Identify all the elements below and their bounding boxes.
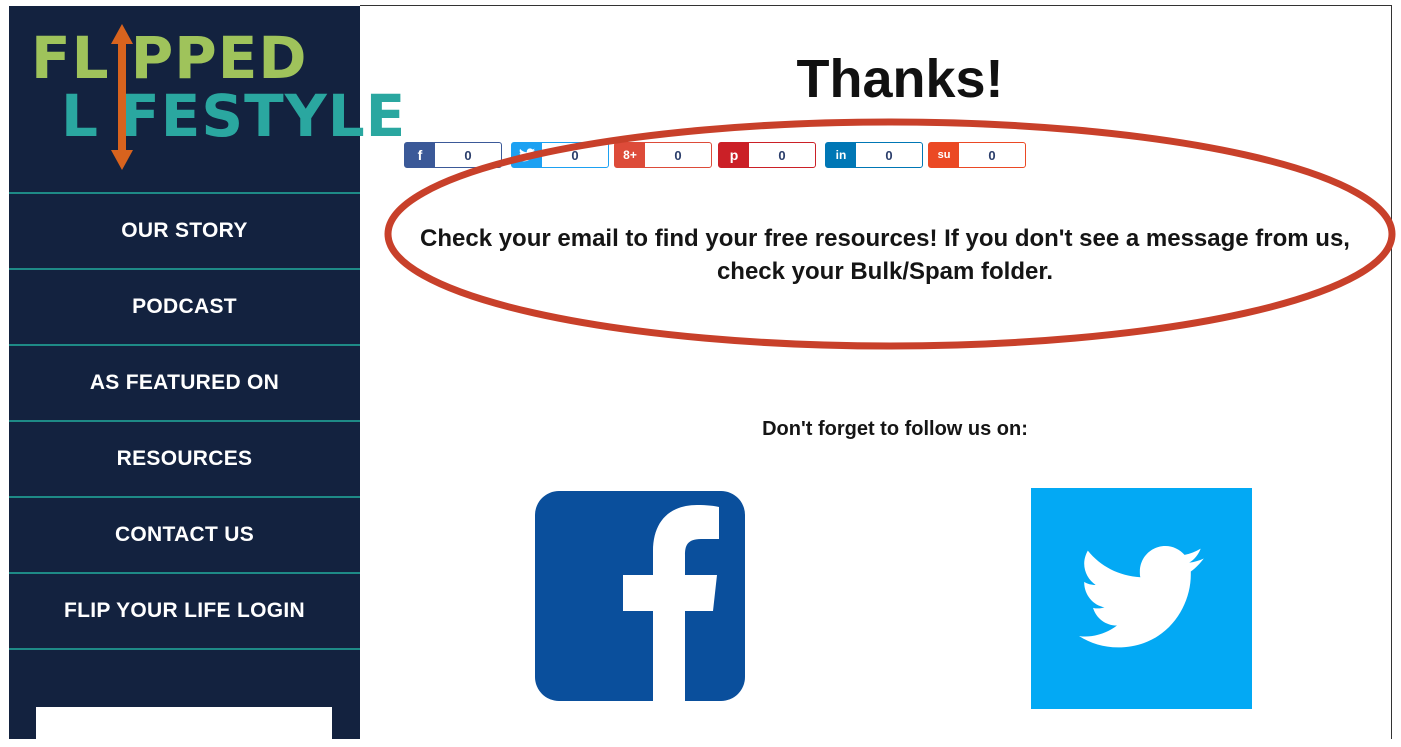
share-facebook-button[interactable]: f 0 [404,142,502,168]
stumbleupon-icon: su [929,143,959,167]
google-plus-icon: 8+ [615,143,645,167]
logo-arrow-icon [111,24,133,170]
follow-us-text: Don't forget to follow us on: [762,418,1028,440]
nav-label: RESOURCES [116,447,253,470]
nav-item-as-featured-on[interactable]: AS FEATURED ON [9,344,360,420]
twitter-bird-icon [512,143,542,167]
nav-label: FLIP YOUR LIFE LOGIN [64,599,305,622]
frame-right-line [1391,5,1392,739]
share-count: 0 [674,147,682,163]
share-stumbleupon-button[interactable]: su 0 [928,142,1026,168]
sidebar: FL PPED L FESTYLE OUR STORY PODCAST AS F… [9,6,405,747]
sidebar-nav: OUR STORY PODCAST AS FEATURED ON RESOURC… [9,192,360,650]
pinterest-icon: p [719,143,749,167]
linkedin-icon: in [826,143,856,167]
facebook-icon: f [405,143,435,167]
nav-label: OUR STORY [121,219,248,242]
share-count: 0 [571,147,579,163]
confirmation-message: Check your email to find your free resou… [420,225,1350,285]
share-count: 0 [885,147,893,163]
sidebar-widget-box [36,707,332,747]
nav-item-resources[interactable]: RESOURCES [9,420,360,496]
nav-label: AS FEATURED ON [89,371,280,394]
nav-item-podcast[interactable]: PODCAST [9,268,360,344]
nav-item-contact-us[interactable]: CONTACT US [9,496,360,572]
nav-label: CONTACT US [114,523,255,546]
share-google-plus-button[interactable]: 8+ 0 [614,142,712,168]
share-count: 0 [988,147,996,163]
share-pinterest-button[interactable]: p 0 [718,142,816,168]
twitter-icon[interactable] [1031,488,1252,709]
nav-label: PODCAST [132,295,237,318]
share-twitter-button[interactable]: 0 [511,142,609,168]
page-title: Thanks! [796,49,1004,109]
share-linkedin-button[interactable]: in 0 [825,142,923,168]
frame-top-line [360,5,1392,6]
facebook-icon[interactable] [535,491,745,701]
share-count: 0 [464,147,472,163]
nav-item-flip-your-life-login[interactable]: FLIP YOUR LIFE LOGIN [9,572,360,650]
flipped-lifestyle-logo[interactable]: FL PPED L FESTYLE [31,24,405,174]
nav-item-our-story[interactable]: OUR STORY [9,192,360,268]
share-count: 0 [778,147,786,163]
